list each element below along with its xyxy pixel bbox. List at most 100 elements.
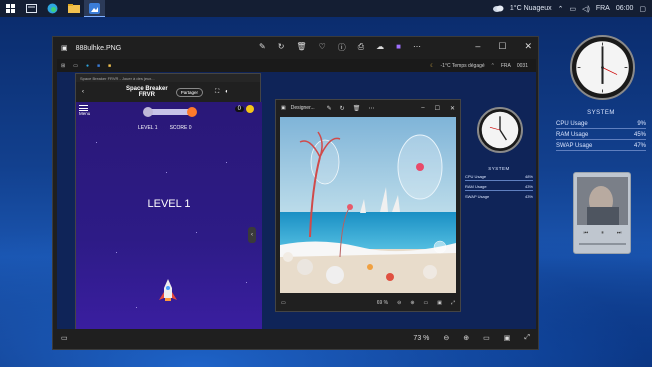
photos-app-icon[interactable] (84, 0, 105, 17)
back-arrow-icon: ‹ (82, 89, 84, 95)
zoom-out-icon[interactable]: ⊖ (443, 334, 449, 342)
task-view-icon[interactable] (21, 0, 42, 17)
inner-swap-row: SWAP Usage 43% (465, 194, 533, 199)
info-icon[interactable]: ⓘ (338, 42, 346, 53)
system-title: SYSTEM (587, 110, 615, 116)
rotate-icon[interactable]: ↻ (278, 42, 285, 53)
game-window: Space Breaker FRVR - Jouer à des jeux...… (75, 73, 262, 329)
file-explorer-icon: ■ (108, 62, 112, 69)
inner-language: FRA (500, 62, 511, 69)
spaceship-icon (159, 279, 177, 301)
coin-count: 0 (234, 106, 244, 112)
close-icon: ✕ (449, 105, 455, 112)
minimize-icon[interactable]: – (475, 41, 480, 52)
photos-app-icon: ■ (96, 62, 100, 69)
zoom-in-icon[interactable]: ⊕ (463, 334, 469, 342)
clipchamp-icon[interactable]: ■ (396, 42, 401, 53)
inner-system-gadget: SYSTEM CPU Usage 48% RAM Usage 43% SWAP Us… (465, 166, 533, 200)
system-gadget[interactable]: SYSTEM CPU Usage 9% RAM Usage 45% SWAP Usa… (556, 110, 646, 154)
fit-window-icon: ▣ (437, 300, 442, 306)
game-hud: LEVEL 1 SCORE 0 (138, 125, 192, 131)
start-button[interactable] (0, 0, 21, 17)
inner-time: 0031 (516, 62, 528, 69)
theme-icon: ◐ (225, 89, 229, 95)
fit-window-icon[interactable]: ▣ (504, 334, 511, 342)
hud-level: LEVEL 1 (138, 125, 158, 131)
viewer-filename: 888ulhke.PNG (75, 44, 122, 52)
network-icon[interactable]: ▭ (570, 5, 577, 13)
designer-window: ▣ Designer... ✎ ↻ 🗑 ⋯ – ☐ ✕ ▭ 69 % ⊖ ⊕ ▭… (275, 99, 461, 312)
hud-score: SCORE 0 (169, 125, 192, 131)
edit-icon[interactable]: ✎ (259, 42, 266, 53)
viewer-bottom-bar: ▭ 73 % ⊖ ⊕ ▭ ▣ ⤢ (53, 327, 538, 349)
task-view-icon: ▭ (73, 62, 78, 69)
weather-cloud-icon[interactable] (492, 4, 504, 14)
media-controls: ⏮ ⏸ ⏭ (577, 230, 628, 236)
photos-app-icon: ▣ (61, 45, 68, 52)
minimize-icon: – (421, 104, 425, 111)
pause-icon[interactable]: ⏸ (601, 230, 604, 236)
game-window-title: Space Breaker FRVR - Jouer à des jeux... (80, 75, 155, 81)
level-banner: LEVEL 1 (147, 198, 191, 210)
analog-clock-gadget[interactable] (570, 35, 635, 100)
photos-app-icon: ▣ (281, 105, 286, 111)
previous-icon[interactable]: ⏮ (584, 230, 589, 236)
zoom-level[interactable]: 73 % (413, 335, 429, 342)
delete-icon[interactable]: 🗑 (296, 42, 306, 53)
language-indicator[interactable]: FRA (596, 5, 610, 12)
ram-row: RAM Usage 45% (556, 132, 646, 138)
filmstrip-icon[interactable]: ▭ (61, 334, 68, 342)
taskbar: 1°C Nuageux ⌃ ▭ ◁) FRA 06:00 ▢ (0, 0, 652, 17)
chevron-up-icon[interactable]: ⌃ (558, 5, 564, 13)
media-thumbnail (577, 177, 628, 225)
rotate-icon: ↻ (339, 105, 345, 112)
designer-artwork (280, 117, 456, 293)
inner-cpu-row: CPU Usage 48% (465, 174, 533, 179)
fullscreen-icon: ⛶ (214, 88, 220, 95)
cloud-off-icon[interactable]: ☁ (376, 42, 384, 53)
actual-size-icon: ▭ (423, 300, 429, 306)
inner-weather-text: -1°C Temps dégagé (440, 62, 485, 69)
file-explorer-icon[interactable] (63, 0, 84, 17)
close-icon[interactable]: ✕ (524, 41, 532, 52)
windows-logo-icon (6, 4, 15, 13)
notifications-icon[interactable]: ▢ (639, 5, 646, 13)
inner-ram-row: RAM Usage 43% (465, 184, 533, 189)
viewer-toolbar: ✎ ↻ 🗑 ♡ ⓘ ⎙ ☁ ■ ⋯ (259, 42, 421, 53)
level-progress-bar (143, 107, 197, 117)
media-player-gadget[interactable]: ⏮ ⏸ ⏭ (573, 172, 631, 254)
chevron-up-icon: ⌃ (490, 62, 495, 69)
zoom-in-icon: ⊕ (410, 300, 415, 306)
game-canvas: Menu LEVEL 1 SCORE 0 0 LEVEL 1 (76, 102, 262, 329)
delete-icon: 🗑 (352, 105, 361, 112)
swap-row: SWAP Usage 47% (556, 143, 646, 149)
media-progress-bar[interactable] (579, 243, 626, 245)
maximize-icon[interactable]: ☐ (498, 41, 506, 52)
print-icon[interactable]: ⎙ (358, 42, 364, 53)
clock-time[interactable]: 06:00 (616, 5, 634, 12)
edge-browser-icon: ● (85, 62, 89, 69)
maximize-icon: ☐ (434, 105, 440, 112)
inner-taskbar: ⊞ ▭ ● ■ ■ ☾ -1°C Temps dégagé ⌃ FRA 0031 (57, 59, 536, 72)
weather-text[interactable]: 1°C Nuageux (510, 5, 552, 12)
inner-analog-clock (477, 107, 523, 153)
edge-browser-icon[interactable] (42, 0, 63, 17)
designer-titlebar: ▣ Designer... ✎ ↻ 🗑 ⋯ – ☐ ✕ (276, 100, 460, 116)
actual-size-icon[interactable]: ▭ (483, 334, 490, 342)
moon-icon: ☾ (430, 62, 435, 69)
chevron-left-icon: ‹ (248, 227, 256, 243)
designer-zoom: 69 % (376, 300, 389, 306)
menu-label: Menu (79, 111, 91, 116)
windows-logo-icon: ⊞ (61, 62, 66, 69)
game-title: Space Breaker FRVR (126, 86, 168, 98)
fullscreen-icon[interactable]: ⤢ (524, 334, 530, 342)
more-options-icon[interactable]: ⋯ (413, 42, 421, 53)
volume-icon[interactable]: ◁) (582, 5, 590, 13)
coin-icon (246, 105, 254, 113)
favorite-icon[interactable]: ♡ (319, 42, 326, 53)
designer-title: Designer... (290, 105, 315, 111)
game-header: ‹ Space Breaker FRVR Partager ⛶ ◐ (76, 82, 260, 102)
inner-system-title: SYSTEM (488, 166, 510, 171)
next-icon[interactable]: ⏭ (617, 230, 622, 236)
zoom-out-icon: ⊖ (397, 300, 402, 306)
